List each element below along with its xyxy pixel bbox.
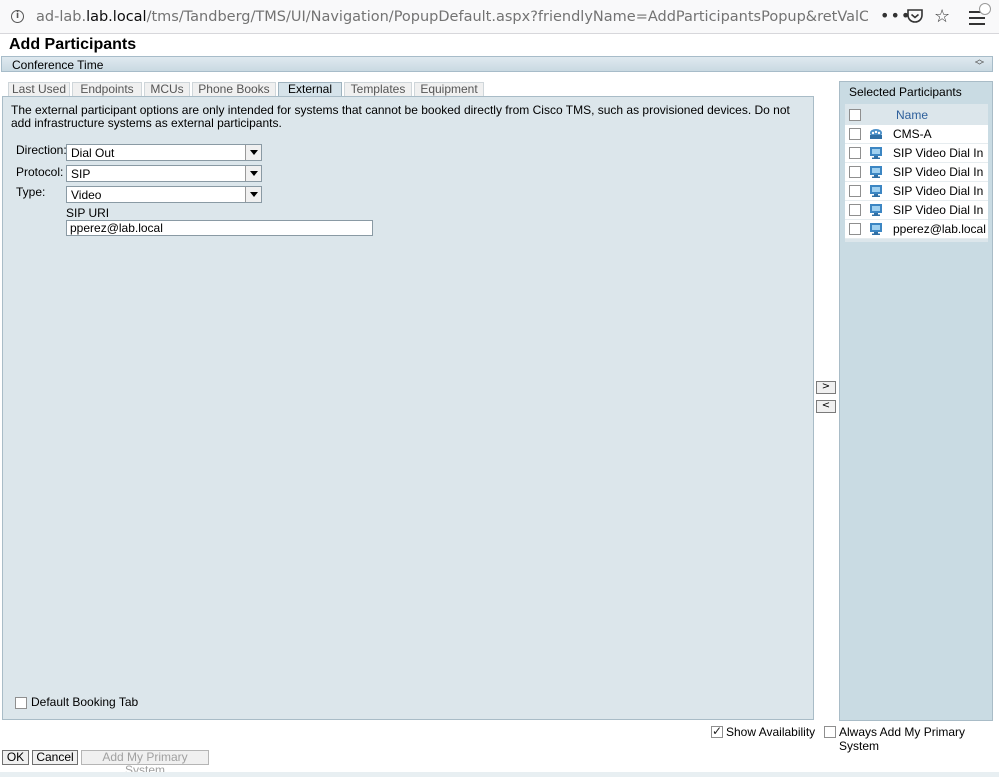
show-availability-checkbox[interactable] bbox=[711, 724, 723, 738]
video-endpoint-icon bbox=[870, 204, 882, 216]
add-participant-button[interactable]: > bbox=[816, 381, 836, 394]
participant-name: SIP Video Dial In bbox=[893, 184, 984, 198]
table-row[interactable]: pperez@lab.local bbox=[845, 220, 988, 239]
always-add-primary-label: Always Add My Primary System bbox=[839, 725, 966, 753]
expand-collapse-icon[interactable]: ︿ ﹀ bbox=[975, 56, 984, 72]
row-checkbox[interactable] bbox=[849, 185, 861, 197]
selected-participants-title: Selected Participants bbox=[849, 85, 962, 99]
update-badge-icon bbox=[979, 3, 991, 15]
ok-button[interactable]: OK bbox=[2, 750, 29, 765]
direction-value: Dial Out bbox=[71, 146, 115, 160]
selected-participants-list: Name CMS-A SIP Video Dial In SIP Video D… bbox=[845, 104, 988, 242]
row-checkbox[interactable] bbox=[849, 166, 861, 178]
dropdown-arrow-icon[interactable] bbox=[245, 187, 261, 202]
tab-external[interactable]: External bbox=[278, 82, 342, 96]
dropdown-arrow-icon[interactable] bbox=[245, 145, 261, 160]
video-endpoint-icon bbox=[870, 166, 882, 178]
participant-name: CMS-A bbox=[893, 127, 932, 141]
participant-name: SIP Video Dial In bbox=[893, 146, 984, 160]
conference-time-label: Conference Time bbox=[12, 58, 104, 72]
window-bottom-edge bbox=[0, 772, 999, 777]
participant-name: SIP Video Dial In bbox=[893, 203, 984, 217]
participant-name: pperez@lab.local bbox=[893, 222, 986, 236]
type-label: Type: bbox=[16, 185, 46, 199]
type-value: Video bbox=[71, 188, 102, 202]
external-notice: The external participant options are onl… bbox=[11, 103, 790, 130]
video-endpoint-icon bbox=[870, 223, 882, 235]
show-availability-label: Show Availability bbox=[726, 725, 816, 739]
list-header: Name bbox=[845, 104, 988, 124]
row-checkbox[interactable] bbox=[849, 147, 861, 159]
external-panel: The external participant options are onl… bbox=[2, 96, 814, 720]
tab-mcus[interactable]: MCUs bbox=[144, 82, 190, 96]
type-select[interactable]: Video bbox=[66, 186, 262, 203]
row-checkbox[interactable] bbox=[849, 204, 861, 216]
tab-endpoints[interactable]: Endpoints bbox=[72, 82, 142, 96]
tab-last-used[interactable]: Last Used bbox=[8, 82, 70, 96]
pocket-icon[interactable] bbox=[906, 8, 924, 24]
always-add-primary-checkbox[interactable] bbox=[824, 726, 836, 738]
url-text[interactable]: ad-lab.lab.local/tms/Tandberg/TMS/UI/Nav… bbox=[36, 9, 868, 25]
protocol-label: Protocol: bbox=[16, 165, 64, 179]
row-checkbox[interactable] bbox=[849, 128, 861, 140]
table-row[interactable]: SIP Video Dial In bbox=[845, 201, 988, 220]
select-all-checkbox[interactable] bbox=[849, 109, 861, 121]
url-path: /tms/Tandberg/TMS/UI/Navigation/PopupDef… bbox=[146, 9, 868, 25]
mcu-icon bbox=[870, 129, 882, 139]
cancel-button[interactable]: Cancel bbox=[32, 750, 78, 765]
table-row[interactable]: CMS-A bbox=[845, 125, 988, 144]
table-row[interactable]: SIP Video Dial In bbox=[845, 163, 988, 182]
video-endpoint-icon bbox=[870, 147, 882, 159]
protocol-select[interactable]: SIP bbox=[66, 165, 262, 182]
sip-uri-input[interactable]: pperez@lab.local bbox=[66, 220, 373, 236]
default-booking-tab-label: Default Booking Tab bbox=[31, 695, 139, 709]
page-title: Add Participants bbox=[9, 36, 137, 53]
browser-url-bar[interactable]: i ad-lab.lab.local/tms/Tandberg/TMS/UI/N… bbox=[0, 0, 999, 34]
tab-phone-books[interactable]: Phone Books bbox=[192, 82, 276, 96]
tab-templates[interactable]: Templates bbox=[344, 82, 412, 96]
direction-select[interactable]: Dial Out bbox=[66, 144, 262, 161]
name-column-header[interactable]: Name bbox=[896, 108, 928, 122]
url-prefix: ad-lab. bbox=[36, 9, 87, 25]
default-booking-tab-checkbox[interactable] bbox=[15, 697, 27, 709]
direction-label: Direction: bbox=[16, 143, 67, 157]
bookmark-star-icon[interactable]: ☆ bbox=[934, 6, 950, 27]
video-endpoint-icon bbox=[870, 185, 882, 197]
site-info-icon[interactable]: i bbox=[11, 10, 24, 23]
participant-name: SIP Video Dial In bbox=[893, 165, 984, 179]
conference-time-section[interactable]: Conference Time ︿ ﹀ bbox=[1, 56, 993, 72]
selected-participants-panel: Selected Participants Name CMS-A SIP Vid… bbox=[839, 81, 993, 721]
sip-uri-label: SIP URI bbox=[66, 206, 110, 220]
row-checkbox[interactable] bbox=[849, 223, 861, 235]
protocol-value: SIP bbox=[71, 167, 91, 181]
add-my-primary-system-button[interactable]: Add My Primary System bbox=[81, 750, 209, 777]
tab-equipment[interactable]: Equipment bbox=[414, 82, 484, 96]
url-host: lab.local bbox=[86, 9, 147, 25]
dropdown-arrow-icon[interactable] bbox=[245, 166, 261, 181]
table-row[interactable]: SIP Video Dial In bbox=[845, 144, 988, 163]
remove-participant-button[interactable]: < bbox=[816, 400, 836, 413]
table-row[interactable]: SIP Video Dial In bbox=[845, 182, 988, 201]
